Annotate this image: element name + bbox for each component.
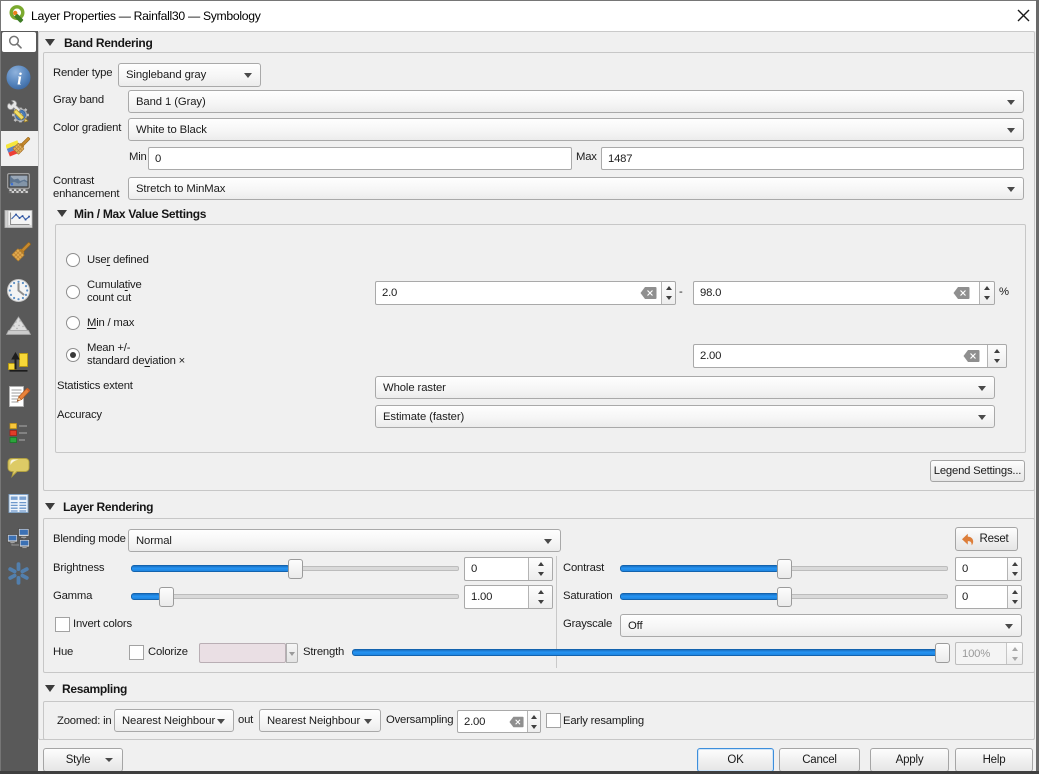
svg-text:i: i bbox=[17, 70, 22, 89]
